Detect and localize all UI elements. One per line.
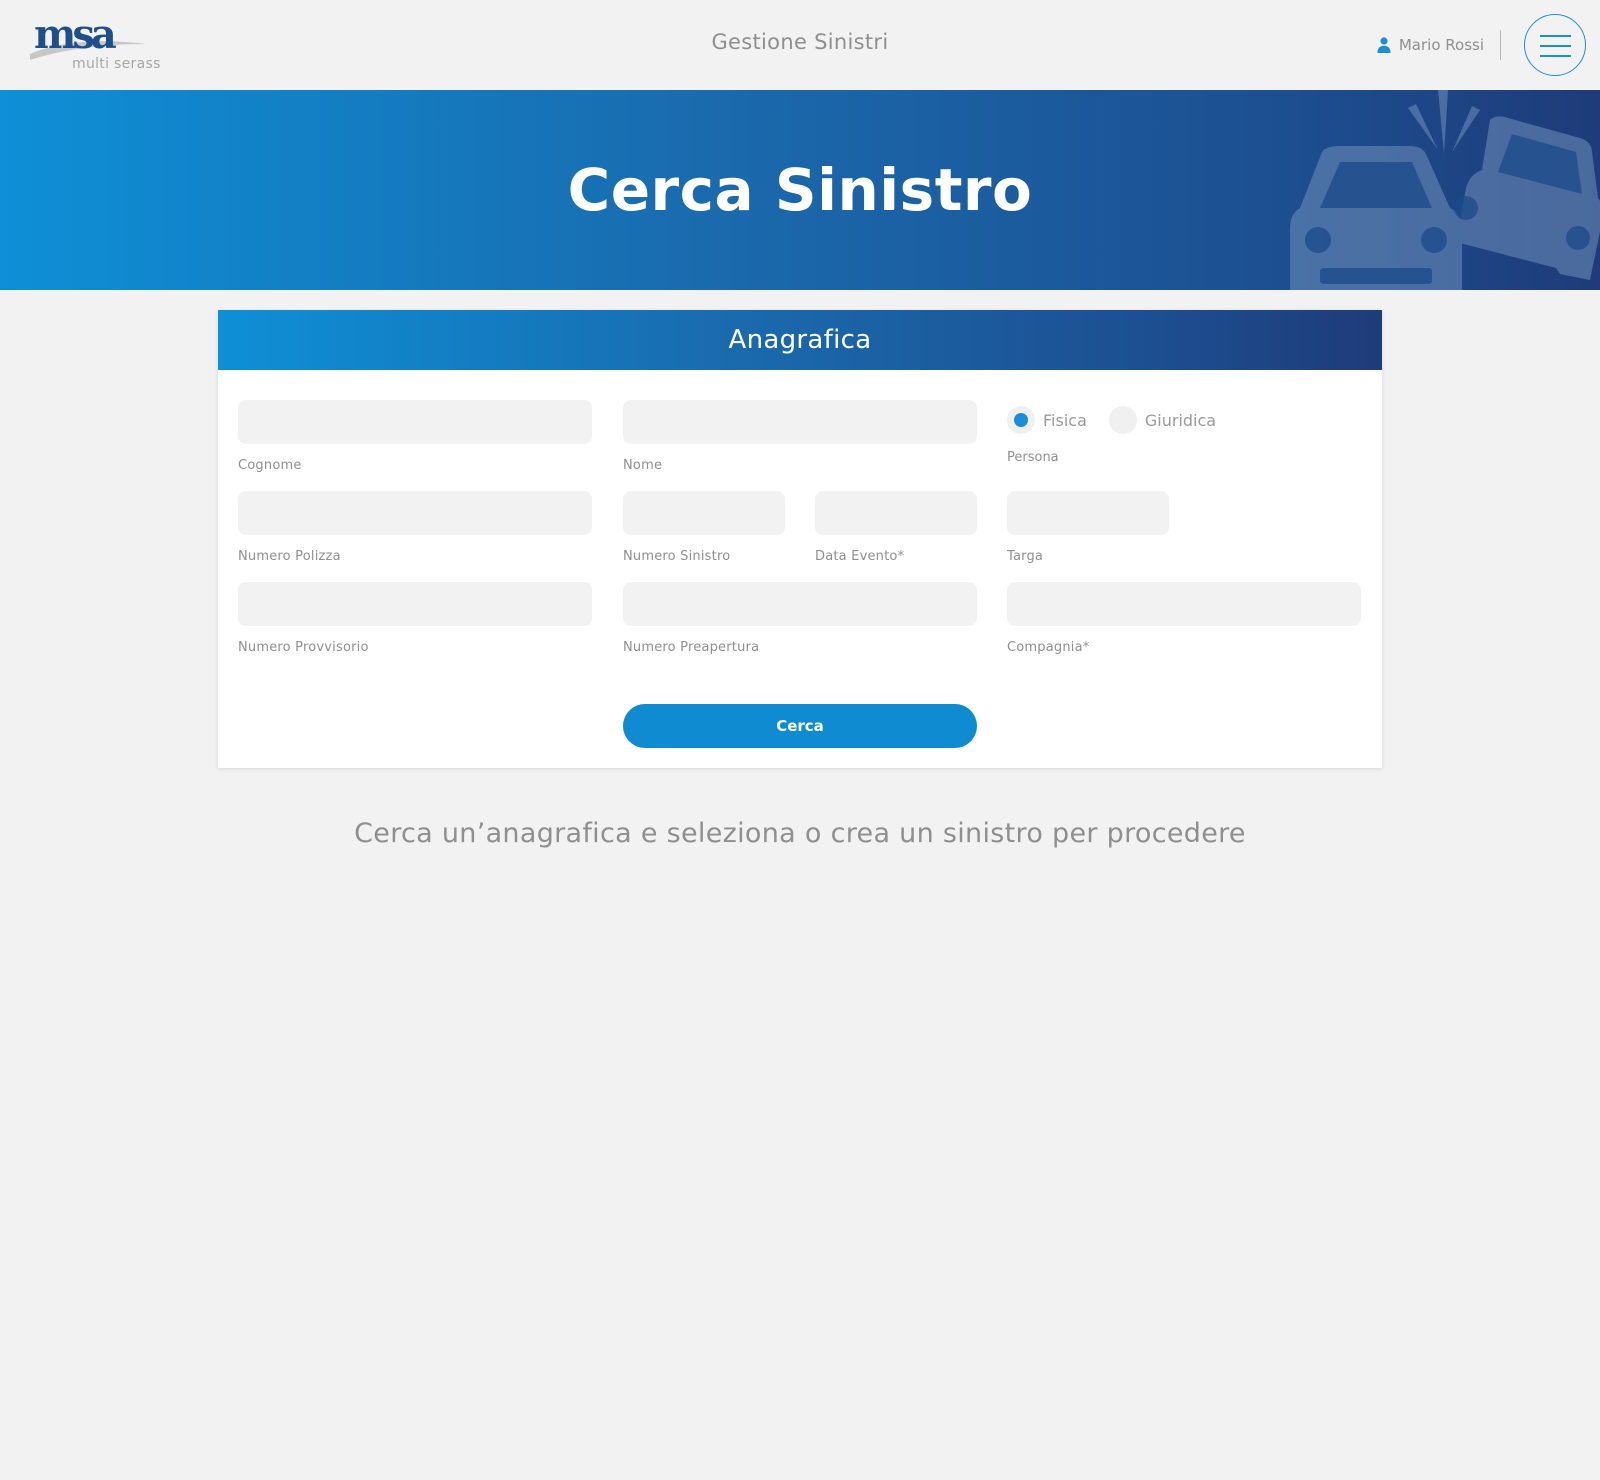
- header-divider: [1500, 30, 1501, 60]
- numero-preapertura-label: Numero Preapertura: [623, 640, 760, 655]
- data-evento-field: Data Evento*: [815, 491, 977, 564]
- section-title: Anagrafica: [218, 310, 1382, 370]
- instruction-text: Cerca un’anagrafica e seleziona o crea u…: [354, 818, 1246, 849]
- targa-input[interactable]: [1007, 491, 1169, 535]
- page-title: Cerca Sinistro: [567, 156, 1033, 224]
- numero-preapertura-field: Numero Preapertura: [623, 582, 977, 655]
- cognome-field: Cognome: [238, 400, 592, 473]
- radio-unselected-icon: [1108, 406, 1137, 434]
- nome-input[interactable]: [623, 400, 977, 444]
- user-name: Mario Rossi: [1398, 36, 1484, 54]
- numero-polizza-field: Numero Polizza: [238, 491, 592, 564]
- numero-sinistro-label: Numero Sinistro: [623, 549, 731, 564]
- user-account[interactable]: Mario Rossi: [1377, 36, 1484, 54]
- numero-preapertura-input[interactable]: [623, 582, 977, 626]
- nome-field: Nome: [623, 400, 977, 473]
- numero-sinistro-field: Numero Sinistro: [623, 491, 785, 564]
- hamburger-menu-icon: [1540, 35, 1571, 37]
- hamburger-menu-icon-line: [1540, 45, 1571, 47]
- search-form-card: Anagrafica Cognome Nome Fisica Giuridica…: [218, 310, 1382, 768]
- data-evento-input[interactable]: [815, 491, 977, 535]
- cognome-label: Cognome: [238, 458, 302, 473]
- compagnia-label: Compagnia*: [1007, 640, 1090, 655]
- targa-field: Targa: [1007, 491, 1169, 564]
- compagnia-input[interactable]: [1007, 582, 1361, 626]
- numero-provvisorio-input[interactable]: [238, 582, 592, 626]
- persona-radio-group: Fisica Giuridica: [1007, 406, 1216, 434]
- numero-polizza-label: Numero Polizza: [238, 549, 341, 564]
- radio-giuridica-label: Giuridica: [1144, 410, 1217, 430]
- logo-subtitle: multi serass: [72, 56, 161, 72]
- hamburger-menu-button[interactable]: [1524, 14, 1586, 76]
- cognome-input[interactable]: [238, 400, 592, 444]
- top-header: msa multi serass Gestione Sinistri Mario…: [0, 0, 1600, 90]
- radio-fisica[interactable]: Fisica: [1007, 406, 1087, 434]
- persona-label: Persona: [1007, 450, 1059, 465]
- numero-provvisorio-field: Numero Provvisorio: [238, 582, 592, 655]
- compagnia-field: Compagnia*: [1007, 582, 1361, 655]
- hero-banner: Cerca Sinistro: [0, 90, 1600, 290]
- targa-label: Targa: [1007, 549, 1044, 564]
- numero-sinistro-input[interactable]: [623, 491, 785, 535]
- radio-giuridica[interactable]: Giuridica: [1108, 406, 1217, 434]
- radio-fisica-label: Fisica: [1043, 410, 1087, 430]
- hamburger-menu-icon-line: [1540, 55, 1571, 57]
- radio-selected-icon: [1007, 406, 1035, 434]
- cerca-button[interactable]: Cerca: [623, 704, 977, 748]
- data-evento-label: Data Evento*: [815, 549, 905, 564]
- user-icon: [1377, 37, 1391, 53]
- numero-polizza-input[interactable]: [238, 491, 592, 535]
- app-title: Gestione Sinistri: [711, 30, 889, 54]
- numero-provvisorio-label: Numero Provvisorio: [238, 640, 369, 655]
- nome-label: Nome: [623, 458, 663, 473]
